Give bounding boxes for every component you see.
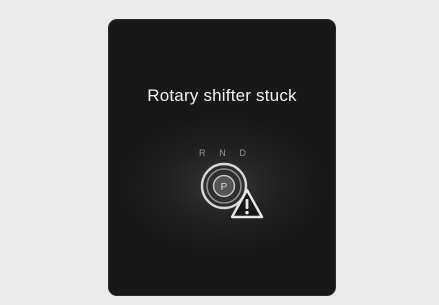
- cluster-display: Rotary shifter stuck R N D P: [108, 19, 336, 296]
- warning-triangle-icon: [230, 188, 264, 219]
- knob-indicator: P: [221, 182, 228, 193]
- gear-label-d: D: [239, 148, 247, 158]
- warning-message: Rotary shifter stuck: [147, 86, 297, 105]
- gear-labels: R N D: [199, 148, 247, 158]
- gear-label-n: N: [219, 148, 227, 158]
- gear-label-r: R: [199, 148, 207, 158]
